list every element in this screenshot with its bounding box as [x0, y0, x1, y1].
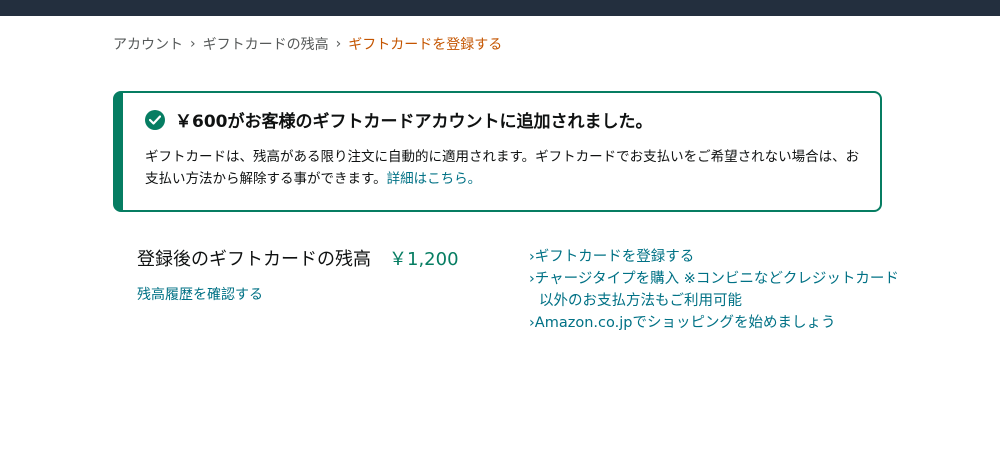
details-link[interactable]: 詳細はこちら。 — [387, 171, 482, 187]
balance-value: ￥1,200 — [389, 249, 459, 270]
breadcrumb-item-account[interactable]: アカウント — [113, 34, 183, 54]
breadcrumb-separator: › — [335, 36, 342, 52]
balance-row: 登録後のギフトカードの残高 ￥1,200 — [137, 245, 459, 271]
register-gift-card-link[interactable]: ›ギフトカードを登録する — [529, 246, 909, 268]
breadcrumb-item-gift-card-balance[interactable]: ギフトカードの残高 — [203, 34, 329, 54]
top-navigation-bar — [0, 0, 1000, 16]
alert-title: ￥600がお客様のギフトカードアカウントに追加されました。 — [175, 112, 653, 132]
breadcrumb-current: ギフトカードを登録する — [348, 37, 503, 53]
start-shopping-link[interactable]: ›Amazon.co.jpでショッピングを始めましょう — [529, 312, 909, 334]
related-links: ›ギフトカードを登録する ›チャージタイプを購入 ※コンビニなどクレジットカード… — [529, 246, 909, 334]
breadcrumb-separator: › — [190, 36, 196, 52]
alert-header: ￥600がお客様のギフトカードアカウントに追加されました。 — [145, 107, 653, 132]
success-alert: ￥600がお客様のギフトカードアカウントに追加されました。 ギフトカードは、残高… — [113, 91, 882, 212]
check-circle-icon — [145, 109, 165, 130]
balance-label: 登録後のギフトカードの残高 — [137, 249, 371, 270]
balance-history-link[interactable]: 残高履歴を確認する — [137, 284, 263, 304]
breadcrumb: アカウント › ギフトカードの残高 › ギフトカードを登録する — [113, 34, 502, 54]
alert-body: ギフトカードは、残高がある限り注文に自動的に適用されます。ギフトカードでお支払い… — [145, 146, 865, 190]
alert-body-text: ギフトカードは、残高がある限り注文に自動的に適用されます。ギフトカードでお支払い… — [145, 149, 860, 187]
purchase-charge-type-link[interactable]: ›チャージタイプを購入 ※コンビニなどクレジットカード以外のお支払方法もご利用可… — [529, 268, 909, 312]
